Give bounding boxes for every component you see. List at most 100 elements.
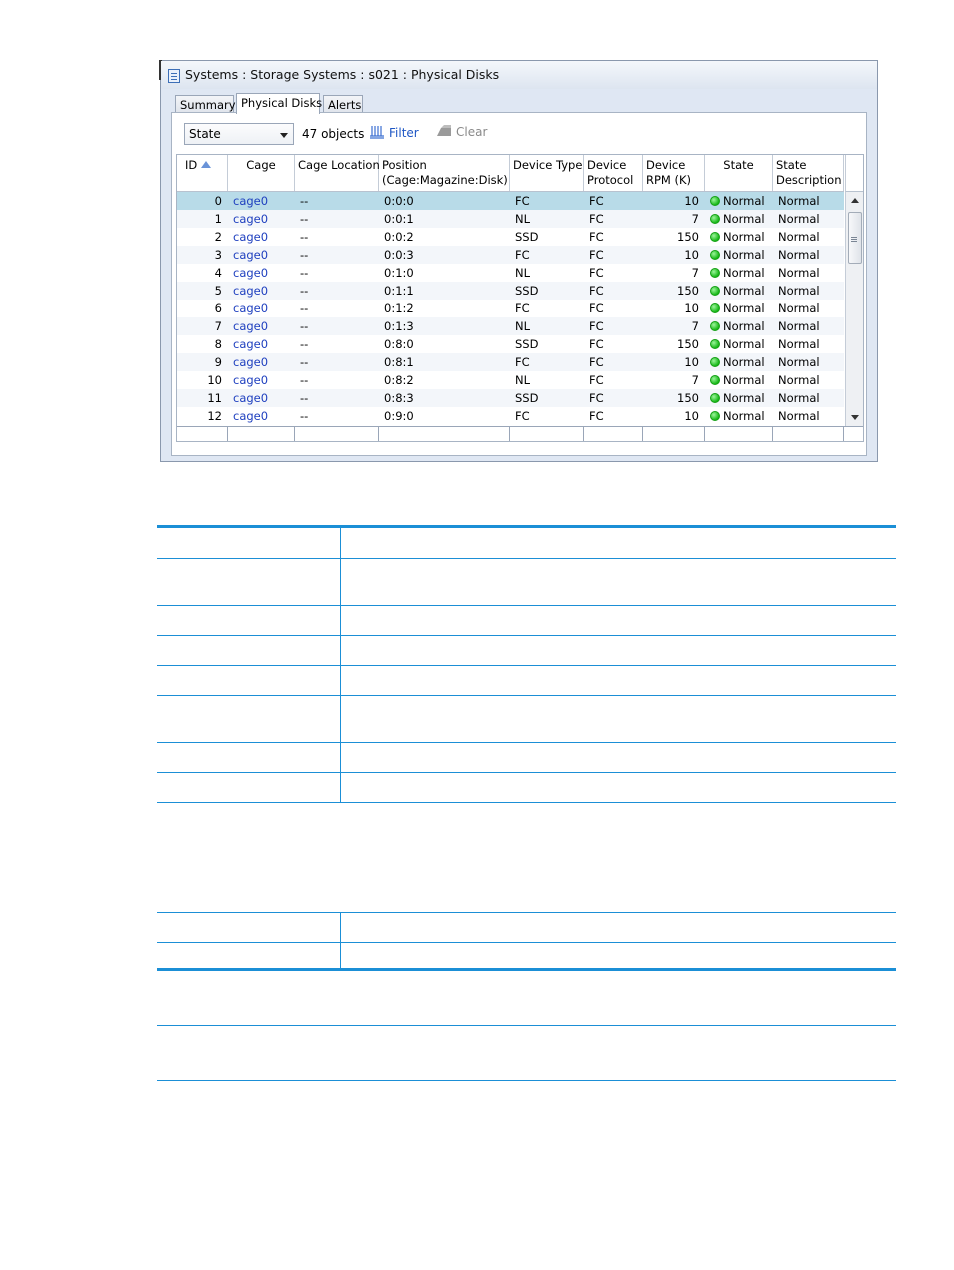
table-row xyxy=(157,559,896,606)
scroll-down-arrow-icon[interactable] xyxy=(851,415,859,420)
cell-cage[interactable]: cage0 xyxy=(228,407,295,425)
cell-text: 0:8:0 xyxy=(384,337,414,352)
cell-text: 0:1:0 xyxy=(384,265,414,280)
cell-cage[interactable]: cage0 xyxy=(228,353,295,371)
column-divider xyxy=(340,773,341,802)
table-row[interactable]: 9 cage0 -- 0:8:1 FC FC 10 Normal Normal xyxy=(177,353,844,372)
cell-device-rpm: 7 xyxy=(643,317,705,335)
table-row[interactable]: 0 cage0 -- 0:0:0 FC FC 10 Normal Normal xyxy=(177,192,844,210)
table-row[interactable]: 2 cage0 -- 0:0:2 SSD FC 150 Normal Normal xyxy=(177,228,844,246)
column-header-device-rpm[interactable]: Device RPM (K) xyxy=(643,155,705,191)
column-header-state-description[interactable]: State Description xyxy=(773,155,844,191)
column-header-cage[interactable]: Cage xyxy=(228,155,295,191)
column-header-id[interactable]: ID xyxy=(177,155,228,191)
cell-position: 0:8:2 xyxy=(379,371,510,389)
cell-cage[interactable]: cage0 xyxy=(228,246,295,264)
table-row[interactable]: 4 cage0 -- 0:1:0 NL FC 7 Normal Normal xyxy=(177,264,844,282)
cage-link[interactable]: cage0 xyxy=(233,319,268,333)
cell-state: Normal xyxy=(705,353,773,371)
table-row[interactable]: 8 cage0 -- 0:8:0 SSD FC 150 Normal Normal xyxy=(177,335,844,353)
cell-text: 10 xyxy=(684,194,699,208)
cage-link[interactable]: cage0 xyxy=(233,284,268,298)
cell-text: 0:8:2 xyxy=(384,373,414,387)
cell-text: 0:9:0 xyxy=(384,408,414,423)
cell-cage[interactable]: cage0 xyxy=(228,228,295,246)
cell-cage[interactable]: cage0 xyxy=(228,389,295,407)
cell-text: 0:8:1 xyxy=(384,355,414,370)
tab-alerts[interactable]: Alerts xyxy=(323,95,363,113)
cell-cage[interactable]: cage0 xyxy=(228,210,295,228)
cell-state: Normal xyxy=(705,371,773,389)
grid-header: ID Cage Cage Location Position (Cage:Mag… xyxy=(177,155,844,192)
table-row[interactable]: 7 cage0 -- 0:1:3 NL FC 7 Normal Normal xyxy=(177,317,844,336)
cage-link[interactable]: cage0 xyxy=(233,373,268,387)
cell-text: NL xyxy=(515,373,531,387)
cage-link[interactable]: cage0 xyxy=(233,355,268,369)
table-row[interactable]: 6 cage0 -- 0:1:2 FC FC 10 Normal Normal xyxy=(177,299,844,317)
cell-cage[interactable]: cage0 xyxy=(228,264,295,282)
cage-link[interactable]: cage0 xyxy=(233,409,268,423)
cell-text: Normal xyxy=(723,355,765,370)
cell-text: 4 xyxy=(214,265,222,280)
table-row xyxy=(157,943,896,971)
cell-device-type: FC xyxy=(510,407,584,425)
cell-text: FC xyxy=(589,211,604,226)
cell-cage[interactable]: cage0 xyxy=(228,282,295,300)
cell-state: Normal xyxy=(705,192,773,210)
cage-link[interactable]: cage0 xyxy=(233,194,268,208)
cell-state: Normal xyxy=(705,299,773,317)
cell-text: FC xyxy=(589,229,604,244)
cell-device-protocol: FC xyxy=(584,192,643,210)
scroll-up-arrow-icon[interactable] xyxy=(851,198,859,203)
table-row xyxy=(157,773,896,803)
cell-position: 0:0:2 xyxy=(379,228,510,246)
cage-link[interactable]: cage0 xyxy=(233,391,268,405)
tab-physical-disks[interactable]: Physical Disks xyxy=(236,93,322,114)
cell-device-type: SSD xyxy=(510,282,584,300)
table-row[interactable]: 10 cage0 -- 0:8:2 NL FC 7 Normal Normal xyxy=(177,371,844,389)
cell-cage[interactable]: cage0 xyxy=(228,317,295,335)
table-row[interactable]: 12 cage0 -- 0:9:0 FC FC 10 Normal Normal xyxy=(177,407,844,425)
cell-text: SSD xyxy=(515,229,539,244)
document-list-icon xyxy=(168,69,180,83)
cell-device-protocol: FC xyxy=(584,246,643,264)
cell-device-type: SSD xyxy=(510,335,584,353)
tab-summary[interactable]: Summary xyxy=(175,95,236,113)
cell-text: 150 xyxy=(677,229,699,244)
cell-cage-location: -- xyxy=(295,389,379,407)
filter-button[interactable]: Filter xyxy=(370,125,419,145)
cell-device-protocol: FC xyxy=(584,228,643,246)
table-row[interactable]: 3 cage0 -- 0:0:3 FC FC 10 Normal Normal xyxy=(177,245,844,264)
scroll-thumb[interactable] xyxy=(848,212,862,264)
cell-text: FC xyxy=(589,194,604,208)
cell-id: 2 xyxy=(177,228,228,246)
cell-cage-location: -- xyxy=(295,317,379,335)
cell-device-rpm: 150 xyxy=(643,389,705,407)
table-row[interactable]: 5 cage0 -- 0:1:1 SSD FC 150 Normal Normal xyxy=(177,281,844,300)
column-header-device-protocol[interactable]: Device Protocol xyxy=(584,155,643,191)
cell-text: 0:1:3 xyxy=(384,319,414,334)
filter-column-select[interactable]: State xyxy=(184,123,294,145)
clear-button[interactable]: Clear xyxy=(436,125,487,145)
cell-cage[interactable]: cage0 xyxy=(228,335,295,353)
column-header-cage-location[interactable]: Cage Location xyxy=(295,155,380,191)
column-header-position[interactable]: Position (Cage:Magazine:Disk) xyxy=(379,155,510,191)
cage-link[interactable]: cage0 xyxy=(233,212,268,226)
vertical-scrollbar[interactable] xyxy=(845,192,863,426)
cage-link[interactable]: cage0 xyxy=(233,301,268,315)
cell-id: 8 xyxy=(177,335,228,353)
column-header-state[interactable]: State xyxy=(705,155,773,191)
table-row[interactable]: 11 cage0 -- 0:8:3 SSD FC 150 Normal Normal xyxy=(177,388,844,407)
cage-link[interactable]: cage0 xyxy=(233,337,268,351)
cage-link[interactable]: cage0 xyxy=(233,230,268,244)
footer-cell xyxy=(773,427,844,441)
cell-text: Normal xyxy=(723,229,765,244)
cell-cage[interactable]: cage0 xyxy=(228,371,295,389)
cell-device-protocol: FC xyxy=(584,353,643,371)
table-row[interactable]: 1 cage0 -- 0:0:1 NL FC 7 Normal Normal xyxy=(177,209,844,228)
cage-link[interactable]: cage0 xyxy=(233,266,268,280)
column-header-device-type[interactable]: Device Type xyxy=(510,155,584,191)
cell-cage[interactable]: cage0 xyxy=(228,192,295,210)
cell-cage[interactable]: cage0 xyxy=(228,299,295,317)
cage-link[interactable]: cage0 xyxy=(233,248,268,262)
